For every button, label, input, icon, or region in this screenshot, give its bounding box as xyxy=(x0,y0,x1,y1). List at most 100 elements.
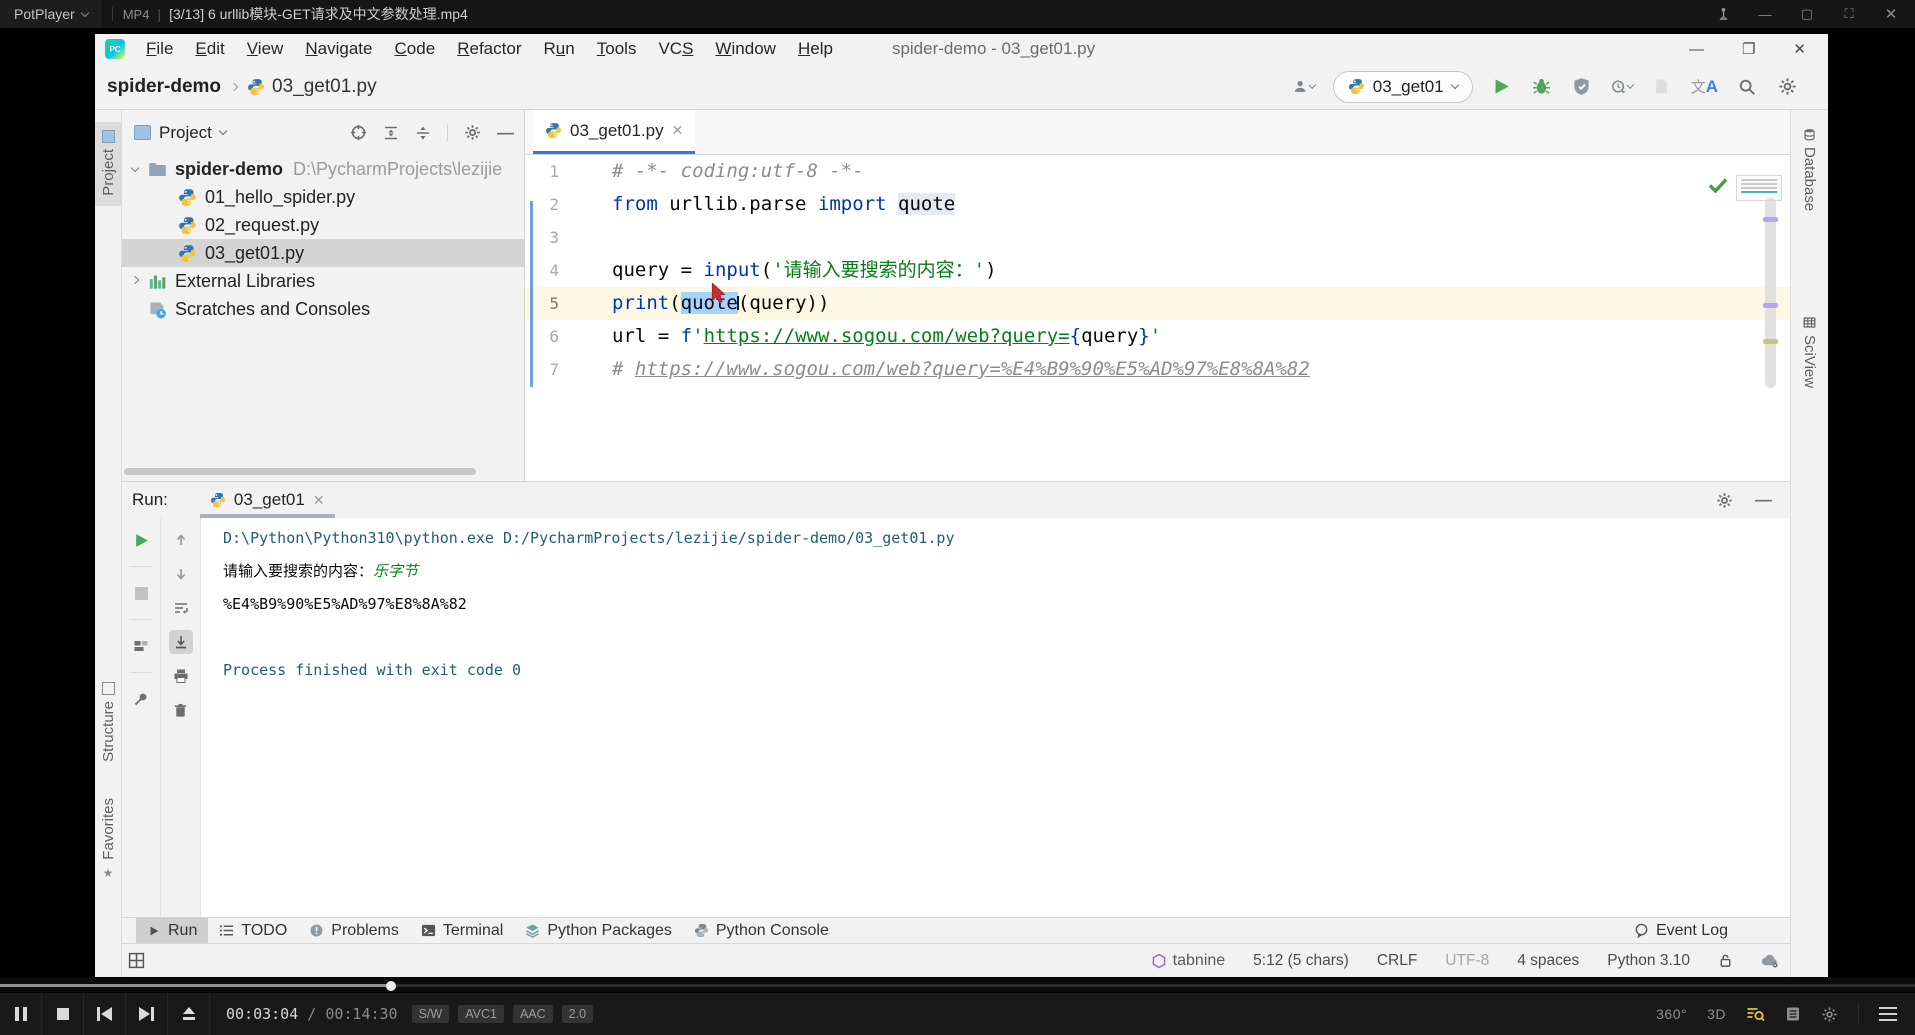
run-console[interactable]: D:\Python\Python310\python.exe D:/Pychar… xyxy=(200,518,1790,917)
print-button[interactable] xyxy=(169,664,193,688)
chevron-down-icon[interactable] xyxy=(219,127,227,135)
search-everywhere-button[interactable] xyxy=(1736,76,1758,98)
tree-row-file[interactable]: 02_request.py xyxy=(122,211,524,239)
profiler-button[interactable] xyxy=(1611,76,1633,98)
menu-item-help[interactable]: Help xyxy=(787,39,844,59)
next-button[interactable] xyxy=(126,993,168,1035)
stripe-tab-favorites[interactable]: Favorites ★ xyxy=(95,798,121,880)
user-profile-button[interactable] xyxy=(1293,76,1315,98)
scroll-to-end-button[interactable] xyxy=(169,630,193,654)
stripe-tab-structure[interactable]: Structure xyxy=(95,682,121,762)
seek-bar[interactable] xyxy=(0,978,1915,992)
hide-panel-button[interactable]: — xyxy=(1755,490,1772,510)
code-line[interactable]: 3 xyxy=(525,221,1790,254)
collapse-all-icon[interactable] xyxy=(415,125,431,141)
toolwindow-python-console[interactable]: Python Console xyxy=(683,918,840,943)
toolwindow-python-packages[interactable]: Python Packages xyxy=(514,918,683,943)
tree-row-file-selected[interactable]: 03_get01.py xyxy=(122,239,524,267)
rerun-button[interactable] xyxy=(129,528,153,552)
menu-item-window[interactable]: Window xyxy=(704,39,787,59)
code-line[interactable]: 1# -*- coding:utf-8 -*- xyxy=(525,155,1790,188)
cloud-settings-icon[interactable] xyxy=(1761,953,1780,968)
line-separator[interactable]: CRLF xyxy=(1377,952,1417,970)
menu-item-edit[interactable]: Edit xyxy=(184,39,235,59)
caret-position[interactable]: 5:12 (5 chars) xyxy=(1253,952,1349,970)
gear-icon[interactable] xyxy=(464,124,481,141)
open-file-button[interactable] xyxy=(168,993,210,1035)
run-configuration-select[interactable]: 03_get01 xyxy=(1333,71,1473,103)
potplayer-menu-button[interactable]: PotPlayer xyxy=(0,0,102,28)
settings-button[interactable] xyxy=(1776,76,1798,98)
menu-item-file[interactable]: File xyxy=(135,39,184,59)
file-encoding[interactable]: UTF-8 xyxy=(1445,952,1489,970)
stripe-tab-project[interactable]: Project xyxy=(95,122,121,206)
toolwindow-run[interactable]: Run xyxy=(136,918,208,943)
indent-style[interactable]: 4 spaces xyxy=(1517,952,1579,970)
toolwindow-event-log[interactable]: Event Log xyxy=(1634,922,1790,940)
tree-row-root[interactable]: spider-demo D:\PycharmProjects\lezijie xyxy=(122,155,524,183)
editor-tab[interactable]: 03_get01.py ✕ xyxy=(533,110,695,154)
video-area[interactable]: PC FileEditViewNavigateCodeRefactorRunTo… xyxy=(0,28,1915,978)
locate-file-icon[interactable] xyxy=(350,124,367,141)
breadcrumb-file[interactable]: 03_get01.py xyxy=(247,76,377,98)
hide-panel-button[interactable]: — xyxy=(497,123,514,143)
seek-handle[interactable] xyxy=(386,981,396,991)
close-button[interactable]: ✕ xyxy=(1883,6,1899,22)
playlist-icon[interactable] xyxy=(1785,1006,1801,1022)
always-on-top-icon[interactable] xyxy=(1715,6,1731,22)
run-button[interactable] xyxy=(1491,76,1513,98)
inspections-ok-check-icon[interactable] xyxy=(1708,177,1728,193)
down-stacktrace-button[interactable] xyxy=(169,562,193,586)
maximize-button[interactable]: ▢ xyxy=(1799,6,1815,22)
menu-item-run[interactable]: Run xyxy=(533,39,586,59)
tool-windows-toggle-icon[interactable] xyxy=(128,952,145,969)
settings-gear-icon[interactable] xyxy=(1821,1006,1838,1023)
translate-icon[interactable]: 文A xyxy=(1691,76,1718,97)
stripe-tab-database[interactable]: Database xyxy=(1791,128,1828,211)
menu-item-code[interactable]: Code xyxy=(384,39,447,59)
stop-button[interactable] xyxy=(42,993,84,1035)
breadcrumb-project[interactable]: spider-demo xyxy=(107,76,221,98)
menu-item-navigate[interactable]: Navigate xyxy=(294,39,383,59)
project-panel-title[interactable]: Project xyxy=(159,123,212,143)
control-panel-toggle[interactable] xyxy=(1879,1007,1897,1021)
lock-icon[interactable] xyxy=(1718,953,1733,968)
toolwindow-problems[interactable]: Problems xyxy=(298,918,410,943)
previous-button[interactable] xyxy=(84,993,126,1035)
pin-tab-button[interactable] xyxy=(129,687,153,711)
code-line[interactable]: 6url = f'https://www.sogou.com/web?query… xyxy=(525,320,1790,353)
view-360-button[interactable]: 360° xyxy=(1656,1006,1687,1022)
ide-minimize-button[interactable]: — xyxy=(1689,41,1704,58)
soft-wrap-button[interactable] xyxy=(169,596,193,620)
ide-restore-button[interactable]: ❐ xyxy=(1742,40,1755,58)
coverage-button[interactable] xyxy=(1571,76,1593,98)
subtitle-search-icon[interactable] xyxy=(1746,1006,1765,1022)
pause-button[interactable] xyxy=(0,993,42,1035)
expand-all-icon[interactable] xyxy=(383,125,399,141)
code-line[interactable]: 2from urllib.parse import quote xyxy=(525,188,1790,221)
code-line[interactable]: 7# https://www.sogou.com/web?query=%E4%B… xyxy=(525,353,1790,386)
python-interpreter[interactable]: Python 3.10 xyxy=(1607,952,1690,970)
close-tab-icon[interactable]: ✕ xyxy=(672,122,684,139)
gear-icon[interactable] xyxy=(1716,492,1733,509)
menu-item-vcs[interactable]: VCS xyxy=(647,39,704,59)
fullscreen-button[interactable]: ⛶ xyxy=(1841,6,1857,22)
tree-row-file[interactable]: 01_hello_spider.py xyxy=(122,183,524,211)
horizontal-scrollbar[interactable] xyxy=(124,468,476,475)
clear-all-button[interactable] xyxy=(169,698,193,722)
close-tab-icon[interactable]: ✕ xyxy=(313,492,325,509)
menu-item-tools[interactable]: Tools xyxy=(586,39,648,59)
menu-item-refactor[interactable]: Refactor xyxy=(446,39,532,59)
editor-scrollbar[interactable] xyxy=(1765,198,1776,388)
view-3d-button[interactable]: 3D xyxy=(1707,1006,1726,1022)
toolwindow-terminal[interactable]: Terminal xyxy=(410,918,514,943)
run-tab[interactable]: 03_get01 ✕ xyxy=(198,482,337,518)
tree-row-external-libraries[interactable]: External Libraries xyxy=(122,267,524,295)
minimize-button[interactable]: — xyxy=(1757,6,1773,22)
menu-item-view[interactable]: View xyxy=(236,39,295,59)
stripe-tab-sciview[interactable]: SciView xyxy=(1791,316,1828,388)
tree-row-scratches[interactable]: Scratches and Consoles xyxy=(122,295,524,323)
up-stacktrace-button[interactable] xyxy=(169,528,193,552)
ide-close-button[interactable]: ✕ xyxy=(1793,40,1806,58)
toolwindow-todo[interactable]: TODO xyxy=(208,918,298,943)
